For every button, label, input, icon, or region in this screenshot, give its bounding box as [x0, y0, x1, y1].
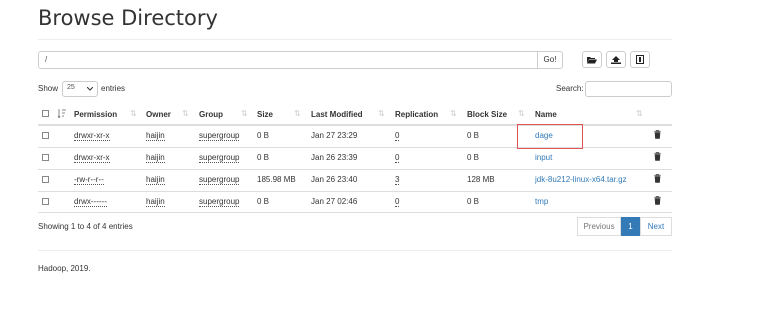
- replication-cell[interactable]: 0: [395, 153, 400, 163]
- col-name[interactable]: Name: [535, 110, 557, 119]
- show-label: Show: [38, 84, 59, 93]
- group-cell[interactable]: supergroup: [199, 175, 240, 185]
- group-cell[interactable]: supergroup: [199, 197, 240, 207]
- replication-cell[interactable]: 0: [395, 197, 400, 207]
- size-cell: 0 B: [257, 131, 270, 140]
- owner-cell[interactable]: haijin: [146, 153, 165, 163]
- select-all-checkbox[interactable]: [42, 110, 49, 117]
- block-size-cell: 0 B: [467, 131, 480, 140]
- size-cell: 0 B: [257, 153, 270, 162]
- entries-label: entries: [101, 84, 126, 93]
- cut-paste-button[interactable]: [630, 51, 650, 68]
- search-label: Search:: [556, 84, 584, 93]
- group-cell[interactable]: supergroup: [199, 153, 240, 163]
- sort-modified-icon[interactable]: ⇅: [378, 109, 385, 118]
- row-divider: [38, 169, 672, 170]
- owner-cell[interactable]: haijin: [146, 197, 165, 207]
- entries-select[interactable]: 25: [62, 81, 98, 97]
- previous-button[interactable]: Previous: [577, 217, 621, 236]
- footer-divider: [38, 250, 672, 251]
- name-link[interactable]: input: [535, 153, 552, 162]
- footer-text: Hadoop, 2019.: [38, 264, 91, 273]
- row-checkbox[interactable]: [42, 198, 49, 205]
- trash-icon[interactable]: [654, 174, 661, 183]
- chevron-down-icon: [87, 87, 93, 91]
- trash-icon[interactable]: [654, 130, 661, 139]
- replication-cell[interactable]: 3: [395, 175, 400, 185]
- folder-open-icon: [587, 56, 597, 63]
- size-cell: 185.98 MB: [257, 175, 296, 184]
- replication-cell[interactable]: 0: [395, 131, 400, 141]
- page-1-button[interactable]: 1: [621, 217, 640, 236]
- col-group[interactable]: Group: [199, 110, 223, 119]
- path-input[interactable]: /: [38, 51, 538, 69]
- sort-permission-icon[interactable]: ⇅: [130, 109, 137, 118]
- title-divider: [38, 39, 672, 40]
- trash-icon[interactable]: [654, 196, 661, 205]
- group-cell[interactable]: supergroup: [199, 131, 240, 141]
- sort-name-icon[interactable]: ⇅: [636, 109, 643, 118]
- name-link[interactable]: jdk-8u212-linux-x64.tar.gz: [535, 175, 627, 184]
- block-size-cell: 0 B: [467, 197, 480, 206]
- highlight-box: [517, 124, 583, 149]
- page-title: Browse Directory: [38, 6, 218, 30]
- col-block-size[interactable]: Block Size: [467, 110, 507, 119]
- permission-cell[interactable]: drwxr-xr-x: [74, 153, 110, 163]
- table-info: Showing 1 to 4 of 4 entries: [38, 222, 133, 231]
- col-owner[interactable]: Owner: [146, 110, 171, 119]
- next-button[interactable]: Next: [640, 217, 672, 236]
- col-last-modified[interactable]: Last Modified: [311, 110, 363, 119]
- modified-cell: Jan 27 02:46: [311, 197, 358, 206]
- go-button[interactable]: Go!: [537, 51, 563, 69]
- col-size[interactable]: Size: [257, 110, 273, 119]
- upload-button[interactable]: [606, 51, 626, 68]
- col-permission[interactable]: Permission: [74, 110, 117, 119]
- sort-owner-icon[interactable]: ⇅: [182, 109, 189, 118]
- sort-size-icon[interactable]: ⇅: [294, 109, 301, 118]
- permission-cell[interactable]: drwxr-xr-x: [74, 131, 110, 141]
- upload-icon: [611, 55, 621, 64]
- sort-group-icon[interactable]: ⇅: [241, 109, 248, 118]
- sort-blocksize-icon[interactable]: ⇅: [518, 109, 525, 118]
- sort-icon[interactable]: [58, 109, 66, 118]
- entries-select-value: 25: [67, 84, 75, 91]
- row-checkbox[interactable]: [42, 132, 49, 139]
- block-size-cell: 0 B: [467, 153, 480, 162]
- trash-icon[interactable]: [654, 152, 661, 161]
- col-replication[interactable]: Replication: [395, 110, 438, 119]
- columns-icon: [636, 55, 644, 64]
- modified-cell: Jan 27 23:29: [311, 131, 358, 140]
- owner-cell[interactable]: haijin: [146, 175, 165, 185]
- search-input[interactable]: [585, 81, 672, 97]
- row-checkbox[interactable]: [42, 154, 49, 161]
- sort-replication-icon[interactable]: ⇅: [450, 109, 457, 118]
- permission-cell[interactable]: -rw-r--r--: [74, 175, 104, 185]
- row-checkbox[interactable]: [42, 176, 49, 183]
- modified-cell: Jan 26 23:40: [311, 175, 358, 184]
- modified-cell: Jan 26 23:39: [311, 153, 358, 162]
- permission-cell[interactable]: drwx------: [74, 197, 107, 207]
- owner-cell[interactable]: haijin: [146, 131, 165, 141]
- row-divider: [38, 191, 672, 192]
- name-link[interactable]: tmp: [535, 197, 548, 206]
- size-cell: 0 B: [257, 197, 270, 206]
- block-size-cell: 128 MB: [467, 175, 495, 184]
- create-directory-button[interactable]: [582, 51, 602, 68]
- table-bottom-divider: [38, 212, 672, 213]
